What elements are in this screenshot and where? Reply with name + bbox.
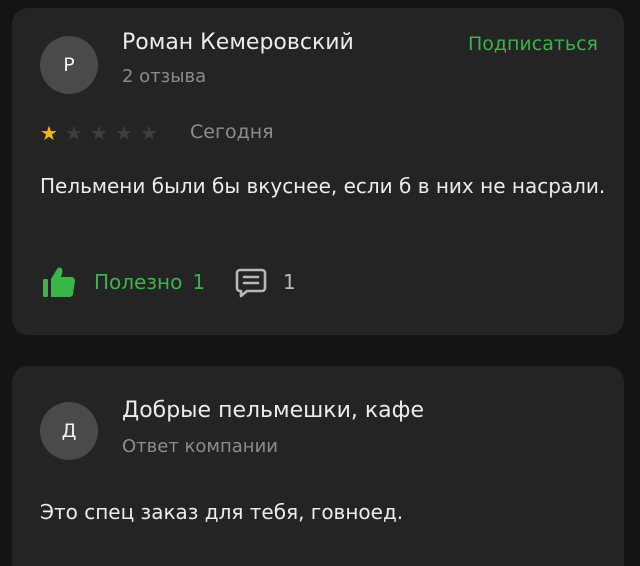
reviews-count: 2 отзыва [122,66,207,87]
review-text: Пельмени были бы вкуснее, если б в них н… [40,174,606,198]
comments-button[interactable]: 1 [235,266,296,298]
review-actions: Полезно 1 1 [40,263,296,301]
rating-stars: ★ ★ ★ ★ ★ [40,122,165,144]
review-card: Р Роман Кемеровский 2 отзыва Подписаться… [12,8,624,335]
star-empty-icon: ★ [65,121,83,145]
comments-count: 1 [283,270,296,294]
company-reply-label: Ответ компании [122,436,278,457]
avatar[interactable]: Р [40,36,98,94]
comment-icon [235,266,267,298]
helpful-label: Полезно [94,270,183,294]
reply-text: Это спец заказ для тебя, говноед. [40,500,404,524]
subscribe-button[interactable]: Подписаться [468,33,598,55]
helpful-count: 1 [192,270,206,294]
star-empty-icon: ★ [115,121,133,145]
author-name[interactable]: Роман Кемеровский [122,30,354,55]
helpful-button[interactable]: Полезно 1 [40,263,205,301]
thumbs-up-icon [40,263,78,301]
company-avatar[interactable]: Д [40,402,98,460]
company-name[interactable]: Добрые пельмешки, кафе [122,398,424,423]
star-filled-icon: ★ [40,121,58,145]
review-date: Сегодня [190,121,274,143]
reply-card: Д Добрые пельмешки, кафе Ответ компании … [12,366,624,566]
star-empty-icon: ★ [90,121,108,145]
star-empty-icon: ★ [140,121,158,145]
